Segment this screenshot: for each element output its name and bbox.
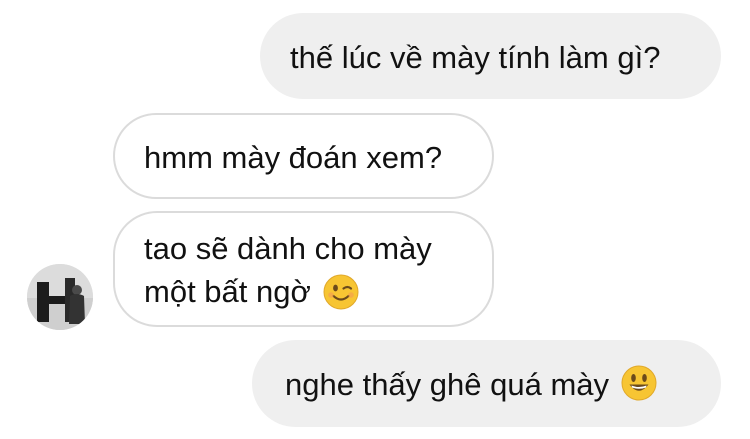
message-thread: thế lúc về mày tính làm gì? hmm mày đoán…: [0, 0, 750, 439]
smiling-face-emoji: [621, 365, 657, 401]
message-line: tao sẽ dành cho mày: [144, 231, 432, 266]
winking-face-emoji: [323, 274, 359, 310]
message-bubble-outgoing[interactable]: thế lúc về mày tính làm gì?: [260, 13, 721, 99]
message-bubble-incoming[interactable]: tao sẽ dành cho mày một bất ngờ: [113, 211, 494, 327]
profile-photo-icon: [27, 264, 93, 330]
message-text: nghe thấy ghê quá mày: [285, 367, 610, 403]
message-bubble-outgoing[interactable]: nghe thấy ghê quá mày: [252, 340, 721, 427]
message-bubble-incoming[interactable]: hmm mày đoán xem?: [113, 113, 494, 199]
message-text: thế lúc về mày tính làm gì?: [290, 40, 661, 76]
message-text: một bất ngờ: [144, 274, 311, 309]
avatar[interactable]: [27, 264, 93, 330]
message-text: hmm mày đoán xem?: [144, 140, 443, 176]
message-line: một bất ngờ: [144, 270, 492, 313]
